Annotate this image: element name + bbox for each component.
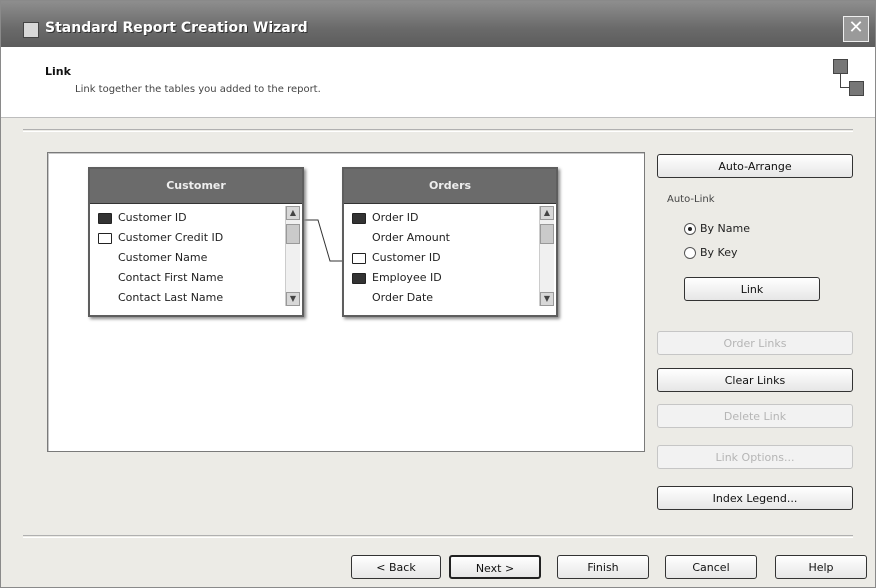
link-tables-icon — [833, 59, 865, 99]
field-scrollbar[interactable]: ▲ ▼ — [539, 206, 554, 306]
wizard-header: Link Link together the tables you added … — [1, 47, 875, 118]
table-orders[interactable]: Orders Order ID Order Amount Customer ID… — [342, 167, 558, 317]
next-button[interactable]: Next > — [449, 555, 541, 579]
delete-link-button[interactable]: Delete Link — [657, 404, 853, 428]
separator — [23, 129, 853, 132]
index-key-icon — [352, 253, 366, 264]
field-row[interactable]: Order Amount — [344, 228, 556, 248]
field-row[interactable]: Contact Last Name — [90, 288, 302, 308]
field-label: Customer ID — [372, 251, 441, 264]
primary-key-icon — [98, 213, 112, 224]
field-row[interactable]: Employee ID — [344, 268, 556, 288]
field-row[interactable]: Customer ID — [344, 248, 556, 268]
scroll-thumb[interactable] — [286, 224, 300, 244]
field-label: Order Amount — [372, 231, 450, 244]
back-button[interactable]: < Back — [351, 555, 441, 579]
field-row[interactable]: Customer ID — [90, 208, 302, 228]
radio-unselected-icon — [684, 247, 696, 259]
field-label: Contact First Name — [118, 271, 224, 284]
auto-link-label: Auto-Link — [667, 194, 715, 205]
field-label: Order Date — [372, 291, 434, 304]
clear-links-button[interactable]: Clear Links — [657, 368, 853, 392]
field-scrollbar[interactable]: ▲ ▼ — [285, 206, 300, 306]
table-header[interactable]: Orders — [344, 169, 556, 204]
field-row[interactable]: Customer Name — [90, 248, 302, 268]
field-label: Order ID — [372, 211, 419, 224]
title-bar[interactable]: Standard Report Creation Wizard ✕ — [1, 1, 875, 47]
finish-button[interactable]: Finish — [557, 555, 649, 579]
radio-label: By Name — [700, 222, 751, 235]
field-label: Customer Name — [118, 251, 208, 264]
table-header[interactable]: Customer — [90, 169, 302, 204]
field-row[interactable]: Order ID — [344, 208, 556, 228]
field-label: Contact Last Name — [118, 291, 224, 304]
close-button[interactable]: ✕ — [843, 16, 869, 42]
scroll-up-icon[interactable]: ▲ — [540, 206, 554, 220]
index-legend-button[interactable]: Index Legend... — [657, 486, 853, 510]
window-title: Standard Report Creation Wizard — [45, 20, 308, 36]
index-key-icon — [98, 233, 112, 244]
page-title: Link — [45, 65, 71, 78]
scroll-up-icon[interactable]: ▲ — [286, 206, 300, 220]
primary-key-icon — [352, 273, 366, 284]
by-name-radio[interactable]: By Name — [684, 221, 750, 237]
field-label: Customer Credit ID — [118, 231, 224, 244]
footer-separator — [23, 535, 853, 538]
field-label: Customer ID — [118, 211, 187, 224]
link-button[interactable]: Link — [684, 277, 820, 301]
table-customer[interactable]: Customer Customer ID Customer Credit ID … — [88, 167, 304, 317]
wizard-window: Standard Report Creation Wizard ✕ Link L… — [0, 0, 876, 588]
scroll-down-icon[interactable]: ▼ — [286, 292, 300, 306]
field-label: Employee ID — [372, 271, 442, 284]
primary-key-icon — [352, 213, 366, 224]
link-canvas[interactable]: Customer Customer ID Customer Credit ID … — [47, 152, 645, 452]
scroll-thumb[interactable] — [540, 224, 554, 244]
cancel-button[interactable]: Cancel — [665, 555, 757, 579]
page-description: Link together the tables you added to th… — [75, 84, 321, 95]
link-options-button[interactable]: Link Options... — [657, 445, 853, 469]
field-row[interactable]: Order Date — [344, 288, 556, 308]
order-links-button[interactable]: Order Links — [657, 331, 853, 355]
field-row[interactable]: Contact First Name — [90, 268, 302, 288]
by-key-radio[interactable]: By Key — [684, 245, 738, 261]
link-line-customer-id — [304, 219, 342, 262]
report-wizard-icon — [23, 22, 39, 38]
field-row[interactable]: Customer Credit ID — [90, 228, 302, 248]
radio-selected-icon — [684, 223, 696, 235]
auto-arrange-button[interactable]: Auto-Arrange — [657, 154, 853, 178]
scroll-down-icon[interactable]: ▼ — [540, 292, 554, 306]
help-button[interactable]: Help — [775, 555, 867, 579]
radio-label: By Key — [700, 246, 738, 259]
